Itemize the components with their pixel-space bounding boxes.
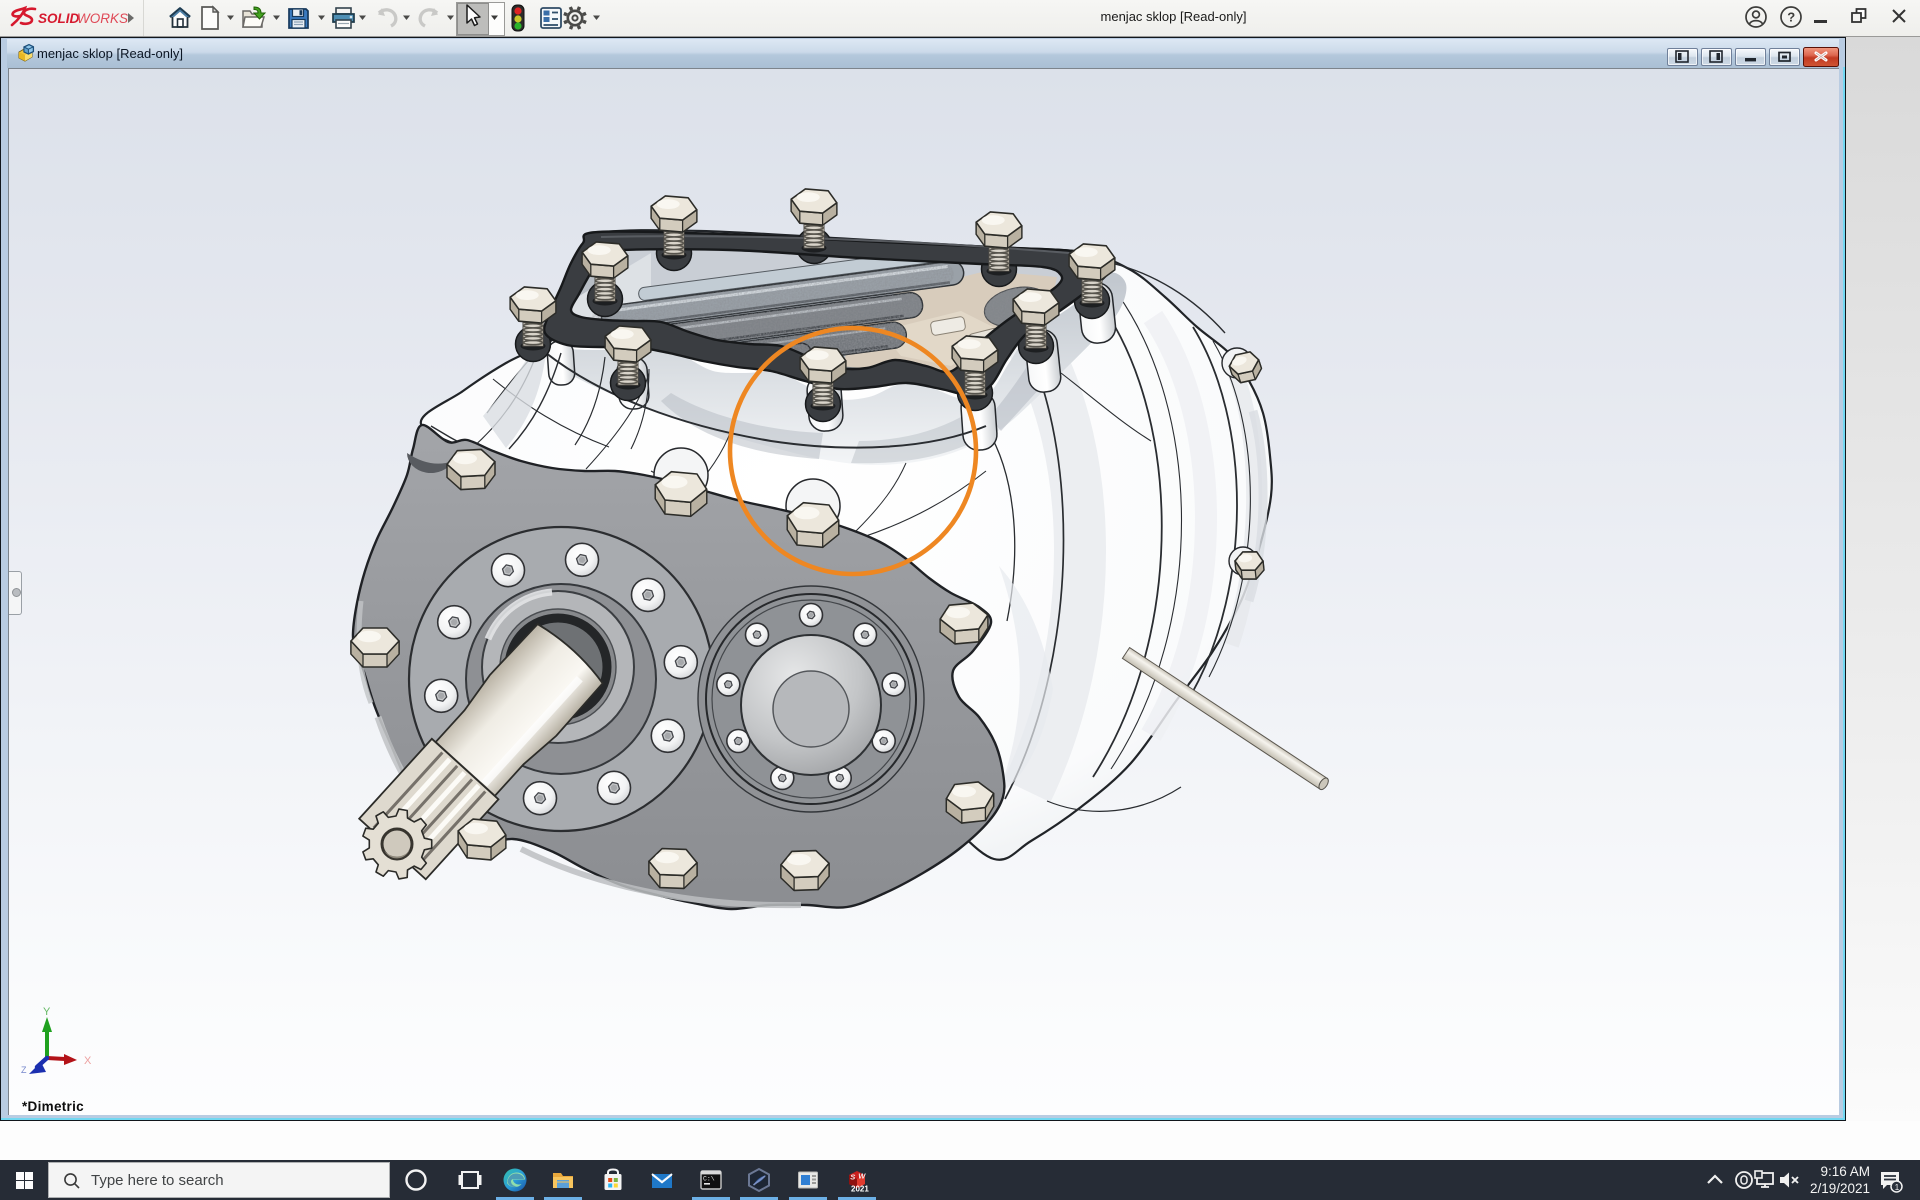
svg-text:WORKS: WORKS <box>77 11 128 26</box>
svg-text:Y: Y <box>43 1006 51 1018</box>
svg-text:S: S <box>850 1173 855 1182</box>
svg-text:Z: Z <box>21 1065 27 1075</box>
svg-text:SOLID: SOLID <box>38 11 80 26</box>
svg-text:1: 1 <box>1895 1183 1900 1192</box>
svg-text:X: X <box>84 1055 92 1067</box>
svg-text:C:\: C:\ <box>703 1176 715 1183</box>
svg-text:W: W <box>858 1172 866 1181</box>
svg-text:2021: 2021 <box>851 1185 869 1194</box>
svg-text:?: ? <box>1787 10 1795 25</box>
